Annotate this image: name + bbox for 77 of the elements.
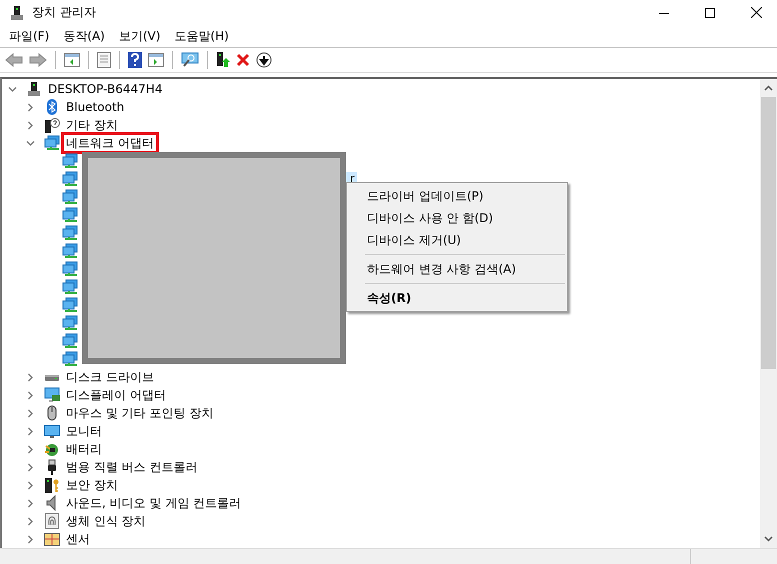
network-adapter-icon <box>62 171 78 188</box>
close-icon <box>750 7 762 18</box>
network-adapter-icon <box>62 351 78 368</box>
tree-item[interactable]: 센서 <box>64 531 92 548</box>
tree-item[interactable]: 배터리 <box>64 441 104 458</box>
network-adapter-icon <box>62 333 78 350</box>
network-adapter-icon <box>62 189 78 206</box>
tree-item[interactable]: 사운드, 비디오 및 게임 컨트롤러 <box>64 495 244 512</box>
expanded-chevron-icon[interactable] <box>26 138 35 148</box>
document-icon[interactable] <box>97 52 111 68</box>
window-title: 장치 관리자 <box>32 4 96 21</box>
collapsed-chevron-icon[interactable] <box>26 390 35 400</box>
network-adapter-icon <box>62 225 78 242</box>
collapsed-chevron-icon[interactable] <box>26 498 35 508</box>
window-panel-icon[interactable] <box>148 53 164 68</box>
tree-item[interactable]: 디스크 드라이브 <box>64 369 156 386</box>
back-arrow-icon[interactable] <box>5 53 23 68</box>
vertical-scrollbar[interactable] <box>760 79 777 548</box>
tree-item[interactable]: 마우스 및 기타 포인팅 장치 <box>64 405 216 422</box>
network-adapter-icon <box>62 279 78 296</box>
computer-name[interactable]: DESKTOP-B6447H4 <box>46 81 164 98</box>
network-adapter-icon <box>62 297 78 314</box>
tree-item[interactable]: 디스플레이 어댑터 <box>64 387 168 404</box>
scrollbar-thumb[interactable] <box>761 97 776 370</box>
x-icon[interactable] <box>236 53 250 68</box>
tree-item[interactable]: 생체 인식 장치 <box>64 513 148 530</box>
collapsed-chevron-icon[interactable] <box>26 462 35 472</box>
monitor-icon <box>44 423 60 440</box>
collapsed-chevron-icon[interactable] <box>26 444 35 454</box>
forward-arrow-icon[interactable] <box>29 53 47 68</box>
tree-item[interactable]: Bluetooth <box>64 99 126 116</box>
device-manager-icon <box>10 4 24 20</box>
tree-item[interactable]: 기타 장치 <box>64 117 120 134</box>
menu-item[interactable]: 동작(A) <box>58 28 110 45</box>
menu-item[interactable]: 도움말(H) <box>169 28 234 45</box>
sensor-icon <box>44 531 60 548</box>
scroll-down-icon[interactable] <box>764 536 773 542</box>
collapsed-chevron-icon[interactable] <box>26 480 35 490</box>
context-menu-item[interactable]: 드라이버 업데이트(P) <box>347 185 567 208</box>
security-key-icon <box>44 477 60 494</box>
monitor-search-icon[interactable] <box>181 52 199 68</box>
context-menu-item[interactable]: 디바이스 제거(U) <box>347 229 567 252</box>
collapsed-chevron-icon[interactable] <box>26 534 35 544</box>
collapsed-chevron-icon[interactable] <box>26 426 35 436</box>
help-icon[interactable] <box>128 52 142 68</box>
fingerprint-icon <box>44 513 60 530</box>
menu-item[interactable]: 보기(V) <box>114 28 166 45</box>
window-panel-icon[interactable] <box>64 53 80 68</box>
network-adapter-icon <box>62 153 78 170</box>
tree-item[interactable]: 모니터 <box>64 423 104 440</box>
menu-item[interactable]: 파일(F) <box>4 28 54 45</box>
context-menu-item[interactable]: 하드웨어 변경 사항 검색(A) <box>347 258 567 280</box>
bluetooth-icon <box>44 99 60 116</box>
download-circle-icon[interactable] <box>256 52 272 68</box>
network-adapter-icon <box>62 315 78 332</box>
battery-icon <box>44 441 60 458</box>
collapsed-chevron-icon[interactable] <box>26 102 35 112</box>
unknown-device-icon <box>44 117 60 134</box>
context-menu-item[interactable]: 속성(R) <box>347 287 567 310</box>
scroll-up-icon[interactable] <box>764 85 773 92</box>
collapsed-chevron-icon[interactable] <box>26 120 35 130</box>
network-adapter-icon <box>62 207 78 224</box>
network-adapter-icon <box>44 135 60 152</box>
collapsed-chevron-icon[interactable] <box>26 372 35 382</box>
tree-item[interactable]: 보안 장치 <box>64 477 120 494</box>
context-menu-item[interactable]: 디바이스 사용 안 함(D) <box>347 207 567 230</box>
display-adapter-icon <box>44 387 60 404</box>
computer-up-arrow-icon[interactable] <box>216 52 230 68</box>
maximize-icon <box>705 8 715 18</box>
expanded-chevron-icon[interactable] <box>8 84 17 94</box>
network-adapter-icon <box>62 261 78 278</box>
computer-icon <box>26 81 42 98</box>
collapsed-chevron-icon[interactable] <box>26 516 35 526</box>
collapsed-chevron-icon[interactable] <box>26 408 35 418</box>
network-adapter-icon <box>62 243 78 260</box>
tree-item[interactable]: 네트워크 어댑터 <box>64 135 156 152</box>
tree-item[interactable]: 범용 직렬 버스 컨트롤러 <box>64 459 200 476</box>
